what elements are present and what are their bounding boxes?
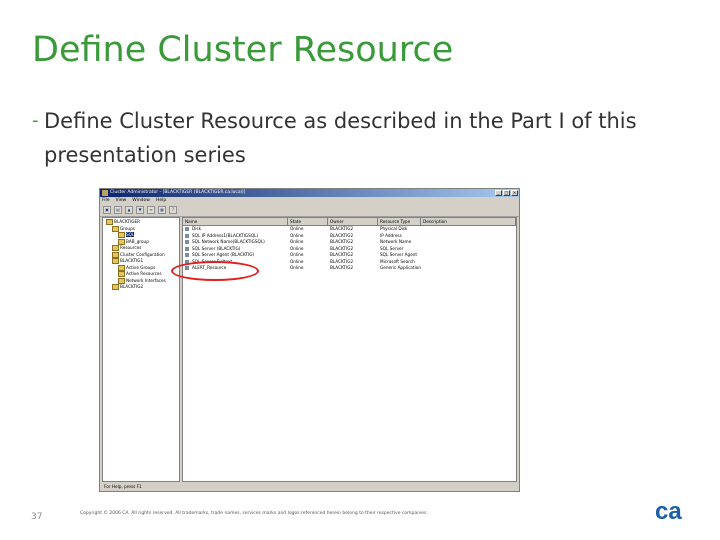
ca-logo: ca: [655, 498, 682, 524]
resource-icon: [185, 246, 189, 251]
folder-icon: [112, 245, 119, 251]
resource-name: SQL Network Name(BLACKTIGSQL): [192, 239, 265, 244]
resource-list: Name State Owner Resource Type Descripti…: [182, 217, 517, 482]
status-bar: For Help, press F1: [104, 484, 142, 489]
tree-item-label: Network Interfaces: [126, 277, 166, 283]
list-icon[interactable]: ≡: [147, 206, 155, 214]
open-icon[interactable]: ▣: [103, 206, 111, 214]
details-icon[interactable]: ▦: [158, 206, 166, 214]
cell-description: [421, 265, 516, 272]
col-state[interactable]: State: [288, 218, 328, 225]
resource-icon: [185, 240, 189, 244]
bullet-text: Define Cluster Resource as described in …: [44, 109, 637, 167]
tree-item-label: Active Groups: [126, 264, 156, 270]
col-name[interactable]: Name: [183, 218, 288, 225]
cell-state: Online: [290, 265, 304, 270]
menu-file[interactable]: File: [102, 197, 110, 204]
resource-name: SQL IP Address1(BLACKTIGSQL): [192, 232, 259, 238]
folder-icon: [118, 277, 125, 284]
take-offline-icon[interactable]: ▼: [136, 206, 144, 214]
cluster-tree[interactable]: BLACKTIGER Groups SQL BAB_group Resources Clu…: [102, 217, 180, 482]
tree-item-label: BAB_group: [126, 238, 149, 244]
properties-icon[interactable]: ▤: [114, 206, 122, 214]
window-controls: _ □ ×: [495, 190, 518, 196]
folder-icon: [118, 232, 125, 238]
folder-icon: [112, 258, 119, 264]
resource-icon: [185, 227, 189, 231]
resource-name: SQL Server Agent (BLACKTIG): [192, 252, 255, 257]
tree-item-label: Active Resources: [126, 271, 162, 276]
maximize-button[interactable]: □: [503, 190, 510, 196]
logo-text: ca: [655, 498, 682, 524]
tree-item-label: Cluster Configuration: [120, 251, 165, 257]
menu-help[interactable]: Help: [156, 197, 166, 204]
cell-owner: BLACKTIG2: [330, 265, 354, 270]
resource-icon: [185, 233, 189, 238]
cell-type: Generic Application: [380, 265, 421, 270]
tree-item-label: SQL: [126, 232, 135, 237]
help-icon[interactable]: ?: [169, 206, 177, 214]
resource-name: SQL Server (BLACKTIG): [192, 245, 241, 251]
folder-icon: [118, 271, 125, 277]
cluster-app-icon: [102, 190, 108, 196]
col-resource-type[interactable]: Resource Type: [378, 218, 421, 225]
list-header: Name State Owner Resource Type Descripti…: [183, 218, 516, 226]
folder-icon: [112, 251, 119, 258]
page-number: 37: [31, 512, 43, 522]
folder-icon: [112, 284, 119, 290]
tree-item-label: Groups: [120, 225, 135, 231]
cluster-administrator-screenshot: Cluster Administrator - [BLACKTIGER (BLA…: [99, 188, 520, 492]
col-description[interactable]: Description: [421, 218, 516, 225]
highlight-ellipse: [171, 261, 259, 281]
resource-icon: [185, 253, 189, 257]
resource-name: Disk: [192, 226, 201, 231]
window-title: Cluster Administrator - [BLACKTIGER (BLA…: [110, 190, 246, 195]
tree-item-label: BLACKTIG1: [120, 258, 144, 263]
folder-icon: [106, 219, 113, 225]
folder-icon: [112, 225, 119, 232]
bullet-point: - Define Cluster Resource as described i…: [32, 104, 692, 172]
toolbar: ▣ ▤ ▲ ▼ ≡ ▦ ?: [100, 204, 519, 217]
window-titlebar: Cluster Administrator - [BLACKTIGER (BLA…: [100, 189, 519, 197]
tree-item-label: Resources: [120, 245, 142, 250]
slide-title: Define Cluster Resource: [32, 30, 454, 70]
menu-window[interactable]: Window: [132, 197, 150, 204]
tree-item[interactable]: BLACKTIG2: [104, 284, 178, 291]
folder-icon: [118, 238, 125, 245]
col-owner[interactable]: Owner: [328, 218, 378, 225]
bullet-dash: -: [32, 110, 39, 131]
tree-item-label: BLACKTIGER: [114, 219, 141, 224]
bring-online-icon[interactable]: ▲: [125, 206, 133, 214]
minimize-button[interactable]: _: [495, 190, 502, 196]
main-panes: BLACKTIGER Groups SQL BAB_group Resources Clu…: [102, 217, 517, 482]
copyright-text: Copyright © 2006 CA. All rights reserved…: [80, 511, 428, 516]
folder-icon: [118, 264, 125, 271]
close-button[interactable]: ×: [511, 190, 518, 196]
menu-view[interactable]: View: [116, 197, 127, 204]
tree-item-label: BLACKTIG2: [120, 284, 144, 289]
menu-bar: File View Window Help: [100, 197, 519, 204]
